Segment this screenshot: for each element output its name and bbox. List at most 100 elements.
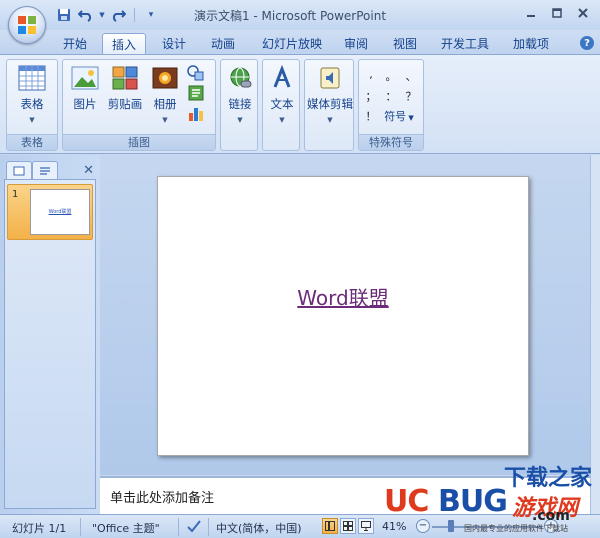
text-button[interactable]: 文本 ▼ bbox=[265, 64, 299, 124]
link-button[interactable]: 链接 ▼ bbox=[223, 64, 257, 124]
undo-dropdown-icon[interactable]: ▼ bbox=[98, 6, 106, 24]
text-label: 文本 bbox=[270, 97, 294, 111]
link-dropdown-icon: ▼ bbox=[237, 116, 243, 124]
media-clip-label: 媒体剪辑 bbox=[307, 97, 353, 111]
tab-developer[interactable]: 开发工具 bbox=[434, 33, 496, 54]
tab-view[interactable]: 视图 bbox=[384, 33, 426, 54]
slide-thumbnails: 1 Word联盟 bbox=[4, 179, 96, 509]
album-button[interactable]: 相册 ▼ bbox=[147, 64, 183, 124]
zoom-out-button[interactable]: − bbox=[416, 519, 430, 533]
shapes-icon[interactable] bbox=[187, 64, 205, 82]
slides-pane: ✕ 1 Word联盟 bbox=[0, 155, 100, 514]
vertical-scrollbar[interactable] bbox=[590, 155, 600, 514]
table-label: 表格 bbox=[20, 97, 44, 111]
picture-label: 图片 bbox=[73, 97, 97, 111]
photo-album-icon bbox=[151, 64, 179, 92]
notes-placeholder: 单击此处添加备注 bbox=[110, 491, 215, 506]
minimize-icon[interactable] bbox=[520, 4, 542, 22]
speaker-icon bbox=[316, 64, 344, 92]
theme-status: "Office 主题" bbox=[92, 522, 160, 535]
group-text: 文本 ▼ bbox=[262, 59, 300, 151]
thumbnail-preview: Word联盟 bbox=[30, 189, 90, 235]
symbol-button-label: 符号 bbox=[384, 110, 407, 123]
text-dropdown-icon: ▼ bbox=[279, 116, 285, 124]
zoom-level[interactable]: 41% bbox=[382, 520, 406, 533]
group-links: 链接 ▼ bbox=[220, 59, 258, 151]
symbol-button[interactable]: 符号 ▼ bbox=[379, 108, 419, 124]
customize-qat-icon[interactable]: ▾ bbox=[141, 6, 161, 24]
slide-editor: Word联盟 bbox=[100, 155, 590, 475]
tab-design[interactable]: 设计 bbox=[154, 33, 194, 54]
group-tables-label: 表格 bbox=[7, 134, 57, 150]
maximize-icon[interactable] bbox=[546, 4, 568, 22]
symbol-enum-comma[interactable]: 、 bbox=[405, 68, 417, 84]
clipart-icon bbox=[111, 64, 139, 92]
symbol-period[interactable]: 。 bbox=[385, 68, 397, 84]
status-separator bbox=[178, 518, 179, 536]
ribbon: 表格 ▼ 表格 图片 剪贴画 相册 ▼ 插图 链接 ▼ 文本 ▼ 媒体剪辑 ▼ … bbox=[0, 54, 600, 154]
symbol-semicolon[interactable]: ； bbox=[365, 88, 377, 104]
group-illustrations: 图片 剪贴画 相册 ▼ 插图 bbox=[62, 59, 216, 151]
symbol-question[interactable]: ？ bbox=[405, 88, 417, 104]
help-icon[interactable]: ? bbox=[580, 36, 594, 50]
tab-home[interactable]: 开始 bbox=[56, 33, 94, 54]
chart-icon[interactable] bbox=[187, 104, 205, 122]
slide-sorter-icon[interactable] bbox=[340, 518, 356, 534]
group-special-symbols-label: 特殊符号 bbox=[359, 134, 423, 150]
window-controls bbox=[520, 4, 594, 22]
close-icon[interactable] bbox=[572, 4, 594, 22]
group-tables: 表格 ▼ 表格 bbox=[6, 59, 58, 151]
tab-addins[interactable]: 加载项 bbox=[506, 33, 556, 54]
save-icon[interactable] bbox=[54, 6, 74, 24]
smartart-icon[interactable] bbox=[187, 84, 205, 102]
media-dropdown-icon: ▼ bbox=[327, 116, 333, 124]
group-media: 媒体剪辑 ▼ bbox=[304, 59, 354, 151]
slide-number: 1 bbox=[12, 189, 19, 200]
clipart-button[interactable]: 剪贴画 bbox=[105, 64, 145, 112]
slideshow-view-icon[interactable] bbox=[358, 518, 374, 534]
undo-icon[interactable] bbox=[76, 6, 96, 24]
pane-tabs: ✕ bbox=[4, 158, 100, 180]
picture-button[interactable]: 图片 bbox=[67, 64, 103, 112]
slide-thumbnail[interactable]: 1 Word联盟 bbox=[7, 184, 93, 240]
symbol-exclamation[interactable]: ！ bbox=[365, 108, 377, 124]
tab-review[interactable]: 审阅 bbox=[336, 33, 376, 54]
text-icon bbox=[268, 64, 296, 92]
normal-view-icon[interactable] bbox=[322, 518, 338, 534]
status-separator bbox=[208, 518, 209, 536]
link-label: 链接 bbox=[228, 97, 252, 111]
quick-access-toolbar: ▼ ▾ bbox=[54, 6, 161, 24]
slide-hyperlink-text[interactable]: Word联盟 bbox=[158, 282, 528, 311]
clipart-label: 剪贴画 bbox=[107, 97, 143, 111]
spellcheck-icon[interactable] bbox=[186, 519, 202, 536]
language-status[interactable]: 中文(简体，中国) bbox=[216, 520, 302, 536]
media-clip-button[interactable]: 媒体剪辑 ▼ bbox=[305, 64, 355, 124]
tab-insert[interactable]: 插入 bbox=[102, 33, 146, 54]
zoom-slider-thumb[interactable] bbox=[448, 520, 454, 532]
symbol-dropdown-icon: ▼ bbox=[406, 114, 414, 122]
group-special-symbols: , 。 、 ； ： ？ ！ 符号 ▼ 特殊符号 bbox=[358, 59, 424, 151]
tab-animations[interactable]: 动画 bbox=[202, 33, 244, 54]
redo-icon[interactable] bbox=[108, 6, 128, 24]
pane-close-icon[interactable]: ✕ bbox=[83, 163, 94, 178]
tab-slideshow[interactable]: 幻灯片放映 bbox=[254, 33, 330, 54]
office-logo-icon bbox=[18, 16, 36, 34]
slide-canvas[interactable]: Word联盟 bbox=[157, 176, 529, 456]
site-footer-text: 国内最专业的应用软件下载站 bbox=[464, 524, 568, 533]
album-label: 相册 bbox=[153, 97, 177, 111]
table-icon bbox=[18, 64, 46, 92]
notes-pane[interactable]: 单击此处添加备注 bbox=[100, 476, 590, 514]
outline-tab-icon[interactable] bbox=[32, 161, 58, 179]
ribbon-tabs: 开始 插入 设计 动画 幻灯片放映 审阅 视图 开发工具 加载项 ? bbox=[0, 30, 600, 54]
table-button[interactable]: 表格 ▼ bbox=[13, 64, 51, 124]
picture-icon bbox=[71, 64, 99, 92]
office-button[interactable] bbox=[8, 6, 46, 44]
symbol-colon[interactable]: ： bbox=[385, 88, 397, 104]
window-title: 演示文稿1 - Microsoft PowerPoint bbox=[193, 9, 387, 23]
status-bar: 幻灯片 1/1 "Office 主题" 中文(简体，中国) 41% − + 国内… bbox=[0, 514, 600, 538]
thumbnail-text: Word联盟 bbox=[48, 209, 72, 215]
slides-tab-icon[interactable] bbox=[6, 161, 32, 179]
qat-separator bbox=[134, 8, 135, 22]
album-dropdown-icon: ▼ bbox=[162, 116, 168, 124]
symbol-comma[interactable]: , bbox=[365, 68, 377, 81]
